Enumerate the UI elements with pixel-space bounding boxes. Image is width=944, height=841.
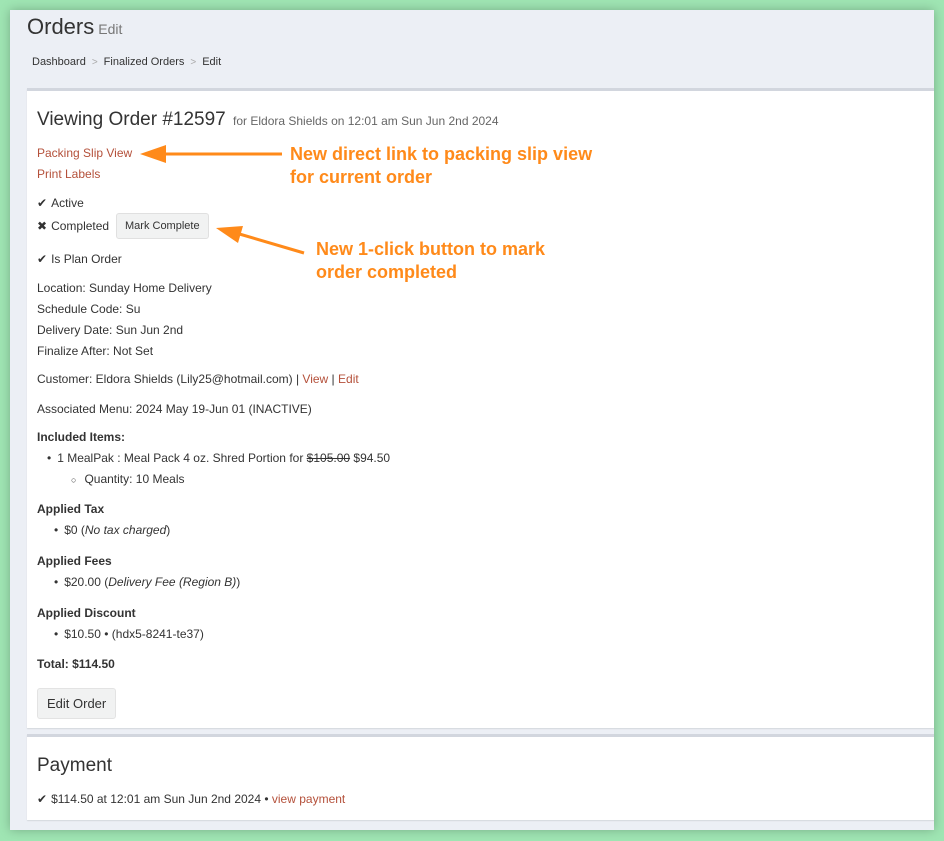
- arrow-head: [216, 226, 243, 243]
- annotation-packing-slip: New direct link to packing slip view for…: [290, 143, 592, 189]
- annotation-line: for current order: [290, 167, 433, 187]
- arrow-head: [140, 145, 166, 163]
- annotation-line: New 1-click button to mark: [316, 239, 546, 259]
- arrow-line: [235, 231, 305, 255]
- annotation-mark-complete: New 1-click button to mark order complet…: [316, 238, 545, 284]
- annotation-line: New direct link to packing slip view: [290, 144, 593, 164]
- annotation-arrows: [140, 145, 305, 255]
- annotation-line: order completed: [316, 262, 458, 282]
